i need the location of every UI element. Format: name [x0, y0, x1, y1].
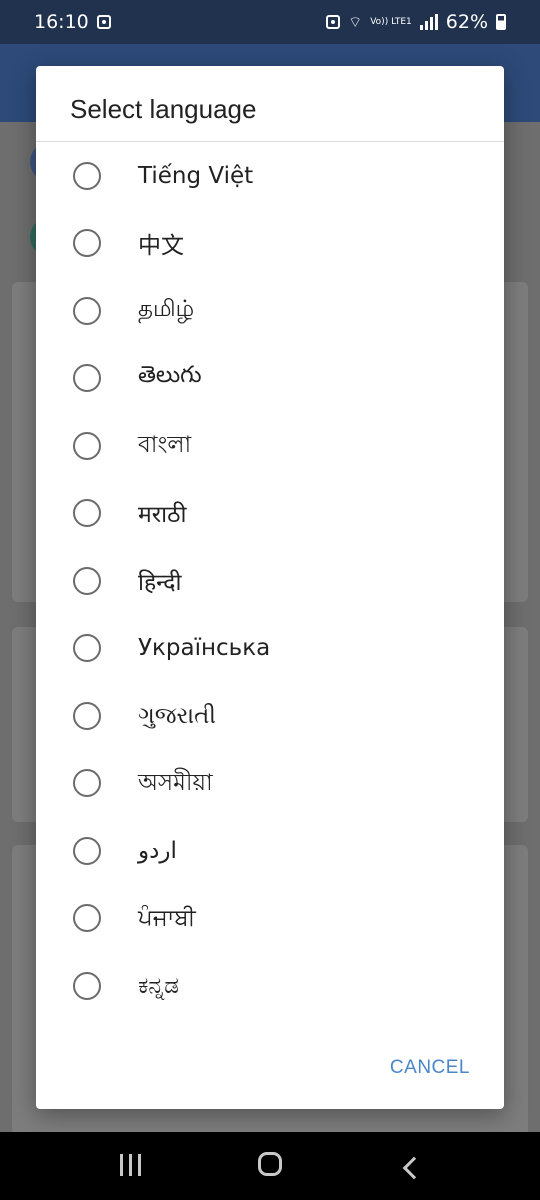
- back-icon: [402, 1156, 426, 1179]
- radio-button[interactable]: [73, 431, 101, 460]
- wifi-icon: ⌔: [348, 12, 363, 31]
- radio-button[interactable]: [73, 971, 101, 1000]
- status-right: ⌔ Vo)) LTE1 62%: [326, 11, 506, 33]
- status-time: 16:10: [34, 11, 89, 33]
- language-label: ಕನ್ನಡ: [138, 972, 179, 999]
- radio-button[interactable]: [73, 364, 101, 393]
- battery-percent: 62%: [445, 11, 488, 33]
- language-dialog: Select language Tiếng Việt 中文 தமிழ் తెలు…: [36, 66, 504, 1109]
- dialog-title: Select language: [70, 94, 257, 124]
- status-bar: 16:10 ⌔ Vo)) LTE1 62%: [0, 0, 540, 44]
- lte-indicator: Vo)) LTE1: [370, 16, 412, 27]
- radio-button[interactable]: [73, 499, 101, 528]
- language-option[interactable]: Tiếng Việt: [36, 142, 504, 210]
- language-label: ગુજરાતી: [138, 702, 216, 729]
- language-option[interactable]: বাংলা: [36, 412, 504, 480]
- radio-button[interactable]: [73, 836, 101, 865]
- language-option[interactable]: অসমীয়া: [36, 750, 504, 818]
- language-label: Tiếng Việt: [138, 162, 254, 189]
- lock-icon: [326, 15, 341, 29]
- language-label: मराठी: [138, 502, 187, 529]
- language-option[interactable]: 中文: [36, 210, 504, 278]
- language-option[interactable]: Українська: [36, 615, 504, 683]
- language-option[interactable]: ਪੰਜਾਬੀ: [36, 885, 504, 953]
- language-label: தமிழ்: [138, 296, 195, 323]
- notification-icon: [96, 15, 111, 29]
- radio-button[interactable]: [73, 161, 101, 190]
- back-button[interactable]: [380, 1149, 440, 1184]
- language-label: اردو: [138, 837, 177, 864]
- status-left: 16:10: [34, 11, 111, 33]
- language-option[interactable]: मराठी: [36, 480, 504, 548]
- language-label: বাংলা: [138, 432, 192, 459]
- radio-button[interactable]: [73, 634, 101, 663]
- recent-apps-button[interactable]: [100, 1149, 160, 1184]
- battery-icon: [496, 14, 506, 30]
- language-option[interactable]: తెలుగు: [36, 345, 504, 413]
- navigation-bar: [0, 1132, 540, 1200]
- recent-apps-icon: [119, 1153, 141, 1176]
- radio-button[interactable]: [73, 296, 101, 325]
- radio-button[interactable]: [73, 904, 101, 933]
- home-icon: [258, 1151, 282, 1176]
- language-option[interactable]: اردو: [36, 817, 504, 885]
- language-label: Українська: [138, 635, 271, 662]
- language-option[interactable]: ગુજરાતી: [36, 682, 504, 750]
- language-option[interactable]: ಕನ್ನಡ: [36, 952, 504, 1020]
- radio-button[interactable]: [73, 566, 101, 595]
- radio-button[interactable]: [73, 769, 101, 798]
- radio-button[interactable]: [73, 701, 101, 730]
- language-option[interactable]: हिन्दी: [36, 547, 504, 615]
- language-label: ਪੰਜਾਬੀ: [138, 905, 196, 932]
- language-label: অসমীয়া: [138, 769, 213, 796]
- language-label: తెలుగు: [138, 362, 202, 389]
- home-button[interactable]: [240, 1149, 300, 1184]
- language-option[interactable]: தமிழ்: [36, 277, 504, 345]
- signal-icon: [419, 14, 438, 30]
- language-label: हिन्दी: [138, 569, 182, 596]
- language-options: Tiếng Việt 中文 தமிழ் తెలుగు বাংলা मराठी ह…: [36, 142, 504, 1020]
- radio-button[interactable]: [73, 229, 101, 258]
- language-label: 中文: [138, 233, 184, 260]
- cancel-button[interactable]: CANCEL: [390, 1057, 470, 1079]
